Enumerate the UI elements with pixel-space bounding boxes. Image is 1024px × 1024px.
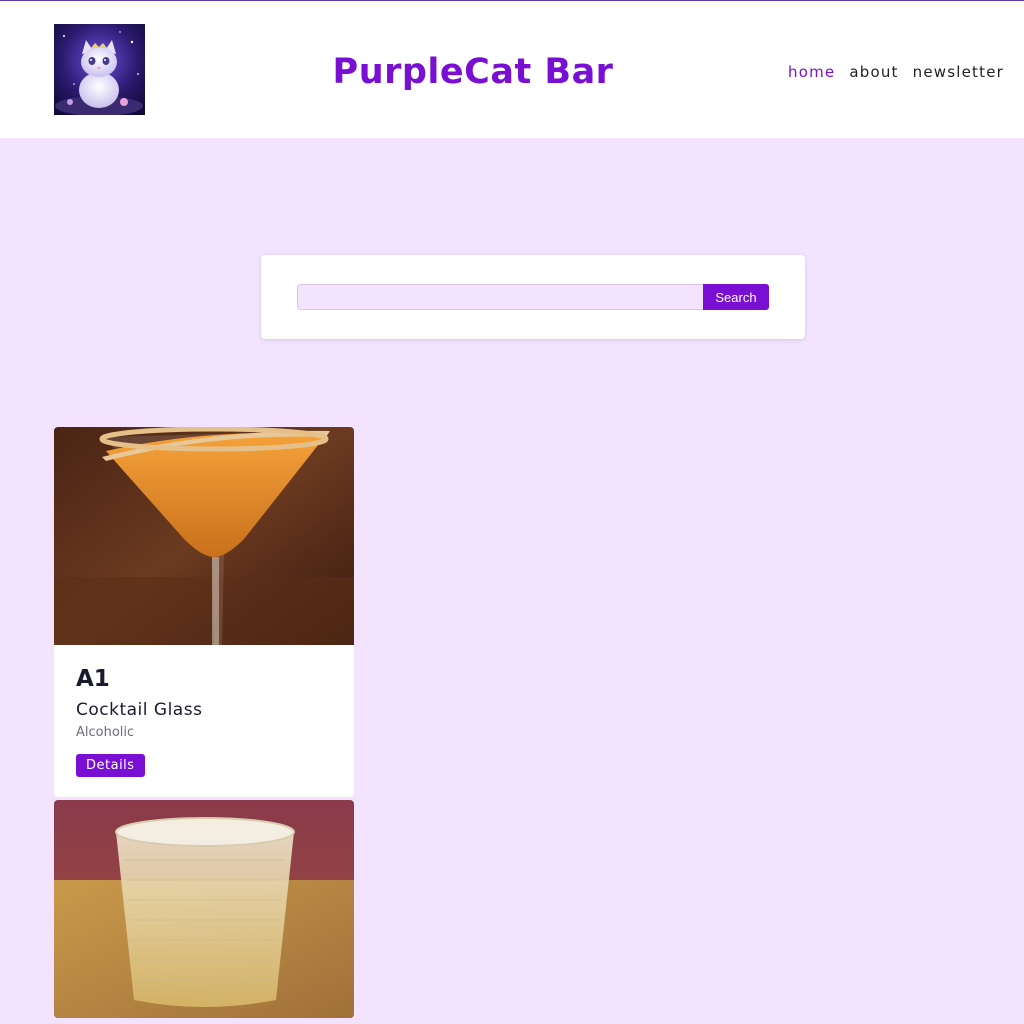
- site-header: PurpleCat Bar home about newsletter: [0, 0, 1024, 138]
- search-button[interactable]: Search: [703, 284, 769, 310]
- search-panel: Search: [261, 255, 805, 339]
- drink-glass: Cocktail Glass: [76, 700, 203, 720]
- nav-home-link[interactable]: home: [788, 62, 835, 82]
- card-body: A1 Cocktail Glass Alcoholic Details: [54, 645, 354, 797]
- drink-type: Alcoholic: [76, 725, 135, 740]
- drink-card: A1 Cocktail Glass Alcoholic Details: [54, 427, 354, 797]
- search-input[interactable]: [297, 284, 703, 310]
- nav-about-link[interactable]: about: [849, 62, 898, 82]
- drink-image[interactable]: [54, 800, 354, 1018]
- drink-card: [54, 800, 354, 1018]
- drink-image[interactable]: [54, 427, 354, 645]
- drink-name: A1: [76, 666, 110, 692]
- nav-newsletter-link[interactable]: newsletter: [913, 62, 1004, 82]
- details-button[interactable]: Details: [76, 754, 145, 777]
- main-nav: home about newsletter: [788, 62, 1004, 82]
